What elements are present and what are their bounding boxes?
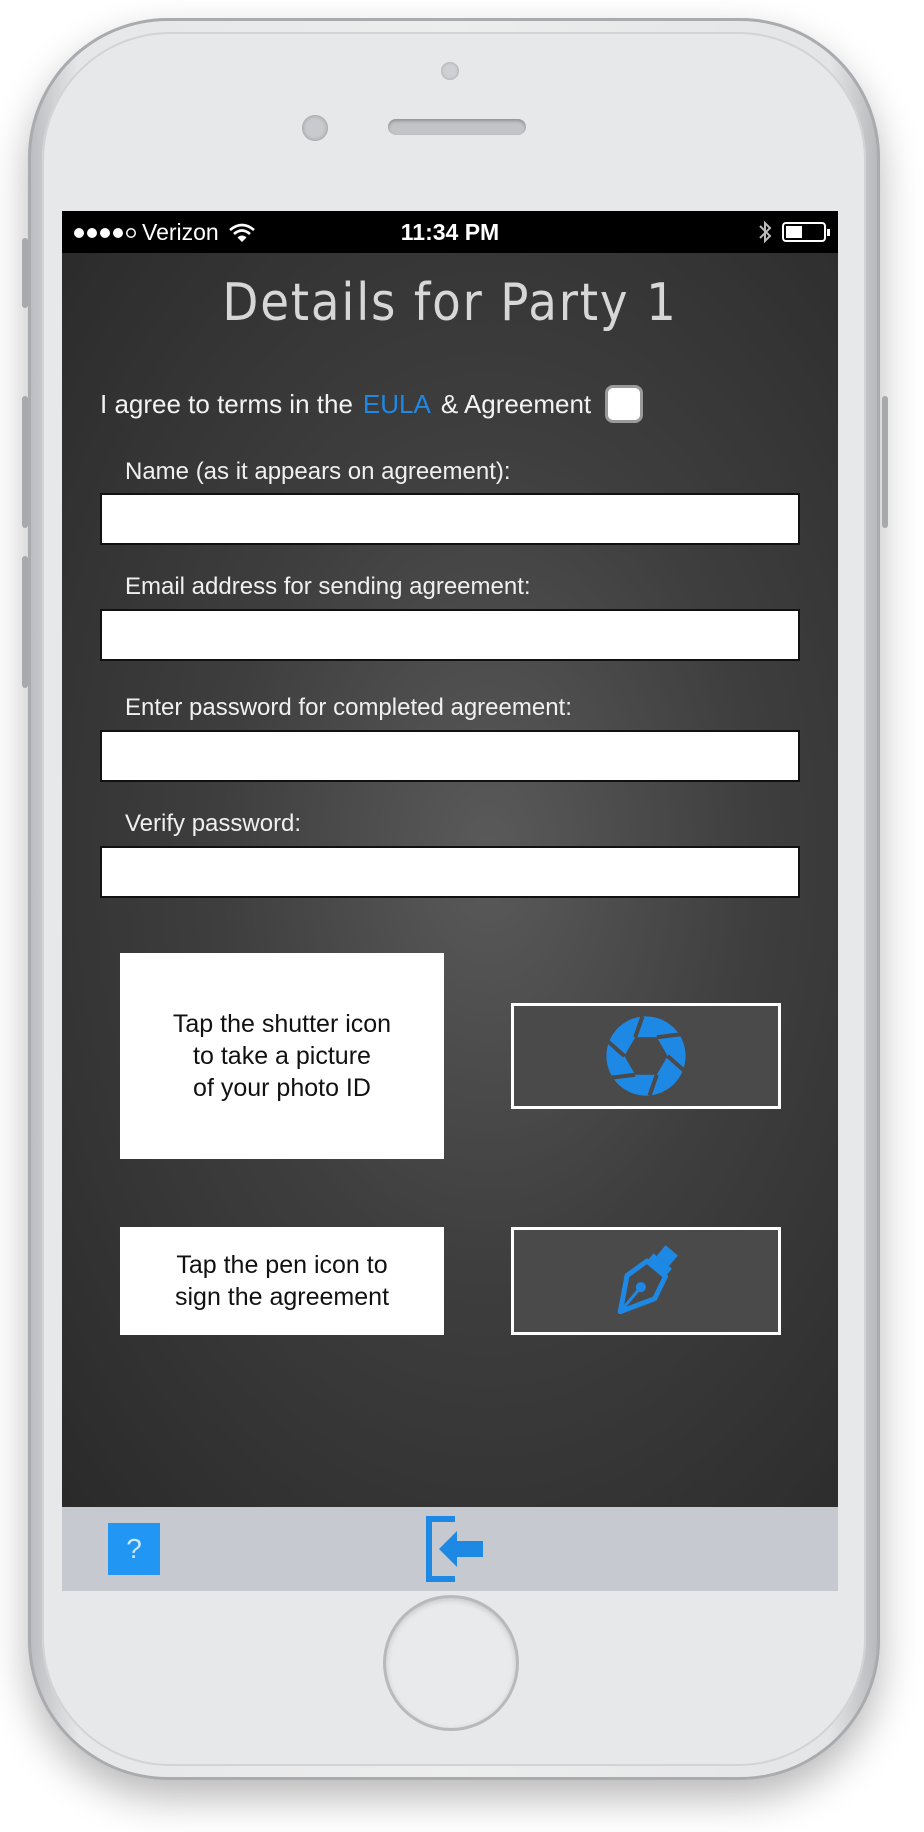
pen-icon [617, 1245, 678, 1315]
password-input[interactable] [100, 730, 800, 782]
help-button[interactable]: ? [108, 1523, 160, 1575]
bottom-toolbar: ? [62, 1507, 838, 1591]
status-right [758, 220, 830, 244]
volume-down-button [22, 556, 28, 688]
password-label: Enter password for completed agreement: [125, 694, 572, 721]
status-time: 11:34 PM [400, 219, 500, 245]
screen: Verizon 11:34 PM Details for Party 1 I a… [62, 211, 838, 1591]
agreement-text: I agree to terms in the [100, 388, 353, 419]
photo-instruction-line: Tap the shutter icon [172, 1010, 392, 1038]
email-input[interactable] [100, 609, 800, 661]
volume-up-button [22, 396, 28, 528]
exit-icon[interactable] [425, 1515, 487, 1583]
name-input[interactable] [100, 493, 800, 545]
sign-instruction-line: sign the agreement [174, 1283, 390, 1311]
shutter-icon [606, 1015, 686, 1097]
name-label: Name (as it appears on agreement): [125, 458, 511, 485]
agreement-text-suffix: & Agreement [440, 388, 592, 419]
proximity-sensor [441, 62, 459, 80]
photo-instructions: Tap the shutter icon to take a picture o… [120, 953, 444, 1159]
agree-checkbox[interactable] [605, 385, 644, 423]
power-button [882, 396, 888, 528]
home-button[interactable] [386, 1598, 516, 1728]
mute-switch [22, 238, 28, 308]
bluetooth-icon [759, 220, 772, 244]
sign-instruction-line: Tap the pen icon to [176, 1251, 388, 1279]
email-label: Email address for sending agreement: [125, 573, 531, 600]
status-bar: Verizon 11:34 PM [62, 211, 838, 253]
agreement-row: I agree to terms in the EULA & Agreement [100, 385, 644, 423]
battery-icon [782, 222, 830, 242]
sign-button[interactable] [511, 1227, 781, 1335]
earpiece-speaker [388, 119, 526, 135]
photo-instruction-line: to take a picture [193, 1042, 371, 1070]
page-title: Details for Party 1 [222, 273, 678, 333]
front-camera [302, 115, 328, 141]
app-content: Details for Party 1 I agree to terms in … [62, 253, 838, 1507]
photo-instruction-line: of your photo ID [193, 1074, 371, 1102]
sign-instructions: Tap the pen icon to sign the agreement [120, 1227, 444, 1335]
verify-password-input[interactable] [100, 846, 800, 898]
eula-link[interactable]: EULA [363, 389, 431, 420]
take-photo-button[interactable] [511, 1003, 781, 1109]
verify-password-label: Verify password: [125, 810, 302, 837]
